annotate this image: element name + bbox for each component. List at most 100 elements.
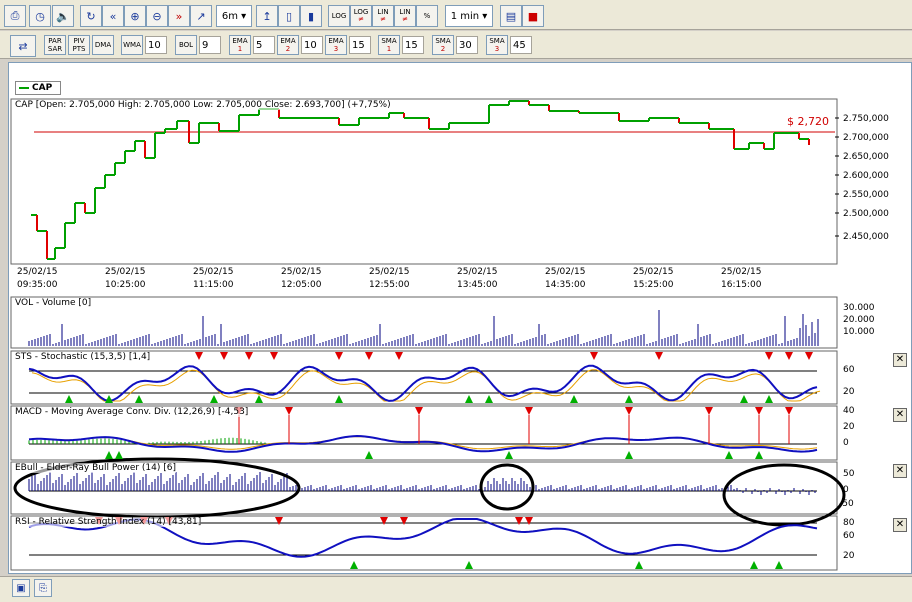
macd-buy-marker — [625, 451, 633, 459]
ebull-axis-neg50: -50 — [839, 499, 854, 509]
log-button[interactable]: LOG — [328, 5, 350, 27]
timeframe-select[interactable]: 6m ▾ — [216, 5, 252, 27]
close-sts-panel-button[interactable]: ✕ — [893, 353, 907, 367]
zoom-in-icon[interactable]: ⊕ — [124, 5, 146, 27]
price-axis: 2.750,000 2.700,000 2.650,000 2.600,000 2.55… — [835, 114, 889, 242]
x-time-label: 14:35:00 — [545, 280, 586, 290]
buy-marker — [485, 395, 493, 403]
copy-icon[interactable]: ⎘ — [34, 579, 52, 597]
dma-label: DMA — [94, 41, 112, 49]
price-axis-label: 2.450,000 — [843, 232, 889, 242]
macd-buy-marker — [725, 451, 733, 459]
sma1-button[interactable]: SMA 1 — [378, 35, 400, 55]
rewind-icon[interactable]: « — [102, 5, 124, 27]
log-pct-button[interactable]: LOG ≠ — [350, 5, 372, 27]
sma3-button[interactable]: SMA 3 — [486, 35, 508, 55]
ema3-index: 3 — [333, 45, 339, 53]
dma-button[interactable]: DMA — [92, 35, 114, 55]
ema2-period-input[interactable]: 10 — [301, 36, 323, 54]
ema1-label: EMA — [232, 37, 248, 45]
sma2-index: 2 — [440, 45, 446, 53]
rsi-sell-marker — [525, 517, 533, 525]
wma-period-input[interactable]: 10 — [145, 36, 167, 54]
ema1-period-input[interactable]: 5 — [253, 36, 275, 54]
candle-chart-icon[interactable]: ▮ — [300, 5, 322, 27]
pivot-points-button[interactable]: PIV PTS — [68, 35, 90, 55]
sts-signal-line — [31, 369, 821, 402]
color-palette-icon[interactable]: ■ — [522, 5, 544, 27]
x-time-label: 15:25:00 — [633, 280, 674, 290]
sma1-period-input[interactable]: 15 — [402, 36, 424, 54]
chart-settings-icon[interactable]: ▤ — [500, 5, 522, 27]
rsi-sell-marker — [515, 517, 523, 525]
wma-button[interactable]: WMA — [121, 35, 143, 55]
forward-icon[interactable]: » — [168, 5, 190, 27]
chart-fit-icon[interactable]: ↗ — [190, 5, 212, 27]
rsi-buy-marker — [635, 561, 643, 569]
zoom-out-icon[interactable]: ⊖ — [146, 5, 168, 27]
sell-marker — [195, 352, 203, 360]
price-label: $ 2,720 — [787, 115, 829, 128]
bollinger-period-input[interactable]: 9 — [199, 36, 221, 54]
sma2-button[interactable]: SMA 2 — [432, 35, 454, 55]
sell-marker — [805, 352, 813, 360]
clock-icon[interactable]: ◷ — [29, 5, 51, 27]
sar-label: SAR — [47, 45, 63, 53]
buy-marker — [765, 395, 773, 403]
macd-buy-marker — [105, 451, 113, 459]
buy-marker — [740, 395, 748, 403]
sell-marker — [785, 352, 793, 360]
sell-marker — [365, 352, 373, 360]
line-chart-icon[interactable]: ↥ — [256, 5, 278, 27]
price-axis-label: 2.750,000 — [843, 114, 889, 124]
interval-select[interactable]: 1 min ▾ — [445, 5, 493, 27]
lin-button[interactable]: LIN ≠ — [372, 5, 394, 27]
sell-marker — [765, 352, 773, 360]
sell-marker — [335, 352, 343, 360]
buy-marker — [465, 395, 473, 403]
close-rsi-panel-button[interactable]: ✕ — [893, 518, 907, 532]
x-time-label: 09:35:00 — [17, 280, 58, 290]
x-date-label: 25/02/15 — [369, 267, 409, 277]
buy-marker — [210, 395, 218, 403]
bollinger-button[interactable]: BOL — [175, 35, 197, 55]
print-icon[interactable]: ⎙ — [4, 5, 26, 27]
vol-axis-10000: 10.000 — [843, 327, 875, 337]
ema2-button[interactable]: EMA 2 — [277, 35, 299, 55]
buy-marker — [625, 395, 633, 403]
indicator-config-icon[interactable]: ⇄ — [10, 35, 36, 57]
sma3-period-input[interactable]: 45 — [510, 36, 532, 54]
ema2-label: EMA — [280, 37, 296, 45]
sma3-index: 3 — [494, 45, 500, 53]
x-date-label: 25/02/15 — [457, 267, 497, 277]
sma1-index: 1 — [386, 45, 392, 53]
parabolic-sar-button[interactable]: PAR SAR — [44, 35, 66, 55]
lin-pct-button[interactable]: LIN ≠ — [394, 5, 416, 27]
macd-axis-0: 0 — [843, 438, 849, 448]
fullscreen-icon[interactable]: ▣ — [12, 579, 30, 597]
ebull-panel-title: EBull - Elder-Ray Bull Power (14) [6] — [15, 463, 176, 473]
refresh-icon[interactable]: ↻ — [80, 5, 102, 27]
macd-sell-marker — [285, 407, 293, 415]
buy-marker — [105, 395, 113, 403]
macd-sell-marker — [755, 407, 763, 415]
close-ebull-panel-button[interactable]: ✕ — [893, 464, 907, 478]
price-series — [31, 100, 810, 260]
price-axis-label: 2.700,000 — [843, 133, 889, 143]
macd-buy-marker — [115, 451, 123, 459]
rsi-buy-marker — [775, 561, 783, 569]
sound-icon[interactable]: 🔈 — [52, 5, 74, 27]
log-label: LOG — [331, 11, 347, 20]
percent-button[interactable]: % — [416, 5, 438, 27]
percent-label: % — [423, 11, 431, 20]
sell-marker — [220, 352, 228, 360]
bar-chart-icon[interactable]: ▯ — [278, 5, 300, 27]
ema1-button[interactable]: EMA 1 — [229, 35, 251, 55]
sma2-period-input[interactable]: 30 — [456, 36, 478, 54]
macd-signal-line — [28, 436, 818, 450]
chart-svg[interactable]: 25/02/15 09:35:00 25/02/15 10:25:00 25/02/15… — [9, 63, 912, 575]
ema3-period-input[interactable]: 15 — [349, 36, 371, 54]
indicator-toolbar: ⇄ PAR SAR PIV PTS DMA WMA 10 BOL 9 EMA 1 5 … — [0, 31, 912, 59]
close-macd-panel-button[interactable]: ✕ — [893, 408, 907, 422]
ema3-button[interactable]: EMA 3 — [325, 35, 347, 55]
